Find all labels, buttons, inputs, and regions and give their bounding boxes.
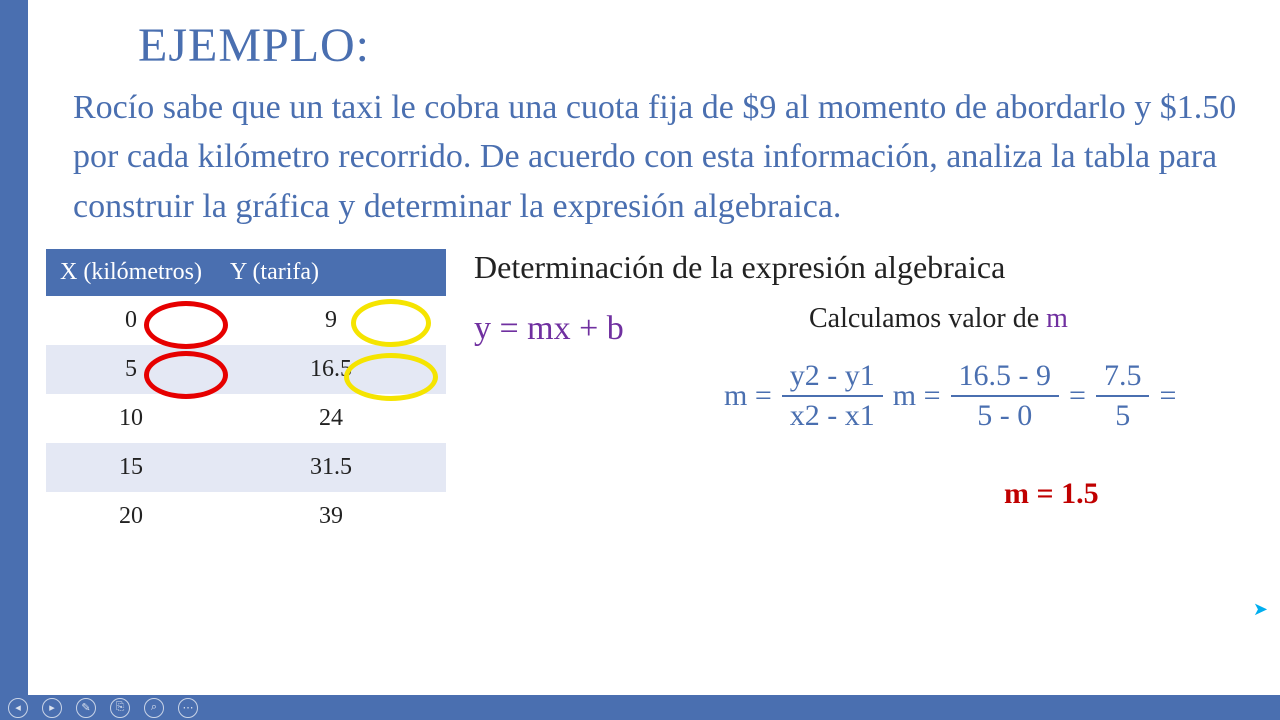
prev-slide-button[interactable]: ◂ bbox=[8, 698, 28, 718]
calc-label: Calculamos valor de m bbox=[809, 303, 1068, 335]
more-options-button[interactable]: ⋯ bbox=[178, 698, 198, 718]
table-row: 2039 bbox=[46, 492, 446, 541]
table-row: 09 bbox=[46, 296, 446, 345]
m-equals: m = bbox=[893, 379, 941, 413]
slope-result: m = 1.5 bbox=[1004, 477, 1099, 511]
cell: 31.5 bbox=[216, 443, 446, 492]
fraction-numeric: 16.5 - 9 5 - 0 bbox=[951, 357, 1060, 435]
equals-sign: = bbox=[1069, 379, 1086, 413]
cell: 0 bbox=[46, 296, 216, 345]
zoom-button[interactable]: ⌕ bbox=[144, 698, 164, 718]
cell: 20 bbox=[46, 492, 216, 541]
math-panel: Determinación de la expresión algebraica… bbox=[474, 249, 1280, 541]
fraction-symbolic: y2 - y1 x2 - x1 bbox=[782, 357, 883, 435]
table-row: 516.5 bbox=[46, 345, 446, 394]
table-header-row: X (kilómetros) Y (tarifa) bbox=[46, 249, 446, 296]
slide-title: EJEMPLO: bbox=[138, 18, 1280, 73]
table-row: 1531.5 bbox=[46, 443, 446, 492]
cell: 24 bbox=[216, 394, 446, 443]
slide-left-border bbox=[0, 0, 28, 695]
table-row: 1024 bbox=[46, 394, 446, 443]
cell: 10 bbox=[46, 394, 216, 443]
frac-top: y2 - y1 bbox=[782, 357, 883, 395]
cell: 39 bbox=[216, 492, 446, 541]
cursor-icon: ➤ bbox=[1253, 599, 1268, 620]
cell: 16.5 bbox=[216, 345, 446, 394]
equals-sign: = bbox=[1159, 379, 1176, 413]
col-header-x: X (kilómetros) bbox=[46, 249, 216, 296]
frac-bot: 5 - 0 bbox=[969, 397, 1040, 435]
cell: 5 bbox=[46, 345, 216, 394]
col-header-y: Y (tarifa) bbox=[216, 249, 446, 296]
fraction-simplified: 7.5 5 bbox=[1096, 357, 1150, 435]
data-table: X (kilómetros) Y (tarifa) 09 516.5 1024 … bbox=[46, 249, 446, 541]
frac-bot: 5 bbox=[1107, 397, 1138, 435]
calc-label-var: m bbox=[1046, 303, 1068, 334]
calc-label-text: Calculamos valor de bbox=[809, 303, 1046, 334]
cell: 9 bbox=[216, 296, 446, 345]
frac-top: 16.5 - 9 bbox=[951, 357, 1060, 395]
data-table-wrap: X (kilómetros) Y (tarifa) 09 516.5 1024 … bbox=[46, 249, 446, 541]
frac-bot: x2 - x1 bbox=[782, 397, 883, 435]
linear-equation: y = mx + b bbox=[474, 310, 624, 348]
copy-button[interactable]: ⎘ bbox=[110, 698, 130, 718]
m-equals: m = bbox=[724, 379, 772, 413]
slope-calculation: m = y2 - y1 x2 - x1 m = 16.5 - 9 5 - 0 =… bbox=[724, 357, 1176, 435]
problem-text: Rocío sabe que un taxi le cobra una cuot… bbox=[73, 83, 1270, 231]
lower-section: X (kilómetros) Y (tarifa) 09 516.5 1024 … bbox=[28, 249, 1280, 541]
cell: 15 bbox=[46, 443, 216, 492]
math-heading: Determinación de la expresión algebraica bbox=[474, 249, 1280, 286]
pen-tool-button[interactable]: ✎ bbox=[76, 698, 96, 718]
frac-top: 7.5 bbox=[1096, 357, 1150, 395]
next-slide-button[interactable]: ▸ bbox=[42, 698, 62, 718]
presentation-toolbar: ◂ ▸ ✎ ⎘ ⌕ ⋯ bbox=[0, 695, 1280, 720]
slide-content: EJEMPLO: Rocío sabe que un taxi le cobra… bbox=[28, 0, 1280, 695]
